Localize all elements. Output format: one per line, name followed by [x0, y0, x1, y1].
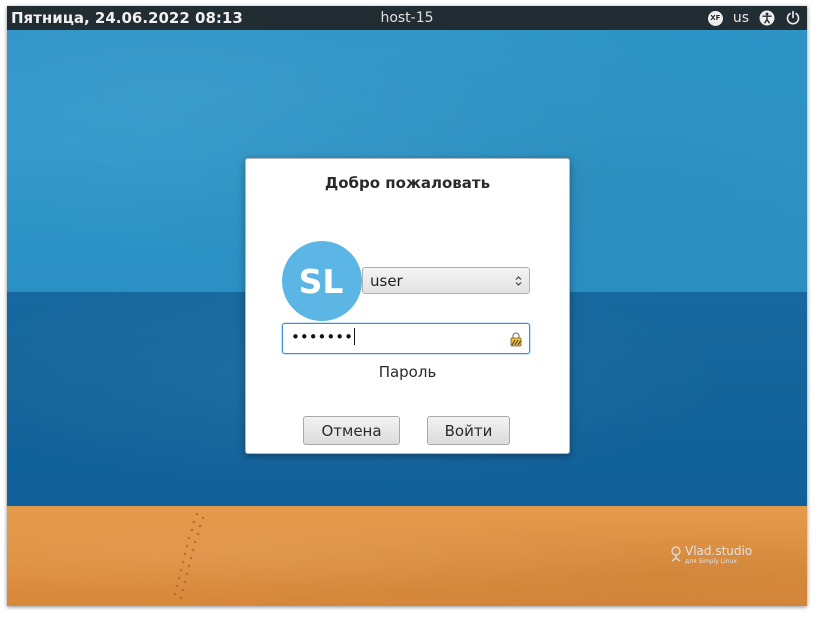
- watermark-subtitle: для Simply Linux: [685, 558, 737, 565]
- password-input[interactable]: •••••••: [282, 323, 530, 354]
- user-select[interactable]: user: [362, 267, 530, 294]
- password-value: •••••••: [291, 328, 355, 346]
- login-button[interactable]: Войти: [427, 416, 510, 445]
- dialog-title: Добро пожаловать: [324, 174, 491, 192]
- vlad-studio-logo-icon: [671, 546, 681, 562]
- power-icon[interactable]: [785, 10, 801, 26]
- xf-indicator-icon[interactable]: XF: [707, 10, 723, 26]
- text-caret: [353, 328, 355, 345]
- hostname: host-15: [380, 10, 434, 26]
- keyboard-layout-indicator[interactable]: us: [733, 10, 749, 26]
- system-tray: XF us: [707, 8, 801, 28]
- avatar-text: SL: [299, 262, 344, 301]
- footprints-decoration: [173, 512, 205, 600]
- top-panel: Пятница, 24.06.2022 08:13 host-15 XF us: [7, 6, 807, 30]
- user-avatar: SL: [282, 241, 362, 321]
- desktop: Пятница, 24.06.2022 08:13 host-15 XF us …: [7, 6, 807, 606]
- caps-lock-warning-icon: [510, 332, 522, 347]
- cancel-button[interactable]: Отмена: [303, 416, 400, 445]
- login-dialog: Добро пожаловать SL user ••••••• Пароль …: [245, 158, 570, 454]
- select-arrows-icon: [515, 276, 522, 286]
- password-label: Пароль: [378, 363, 437, 381]
- user-select-value: user: [370, 272, 403, 290]
- accessibility-icon[interactable]: [759, 10, 775, 26]
- watermark-title: Vlad.studio: [685, 544, 753, 558]
- wallpaper-watermark: Vlad.studio для Simply Linux: [670, 544, 770, 570]
